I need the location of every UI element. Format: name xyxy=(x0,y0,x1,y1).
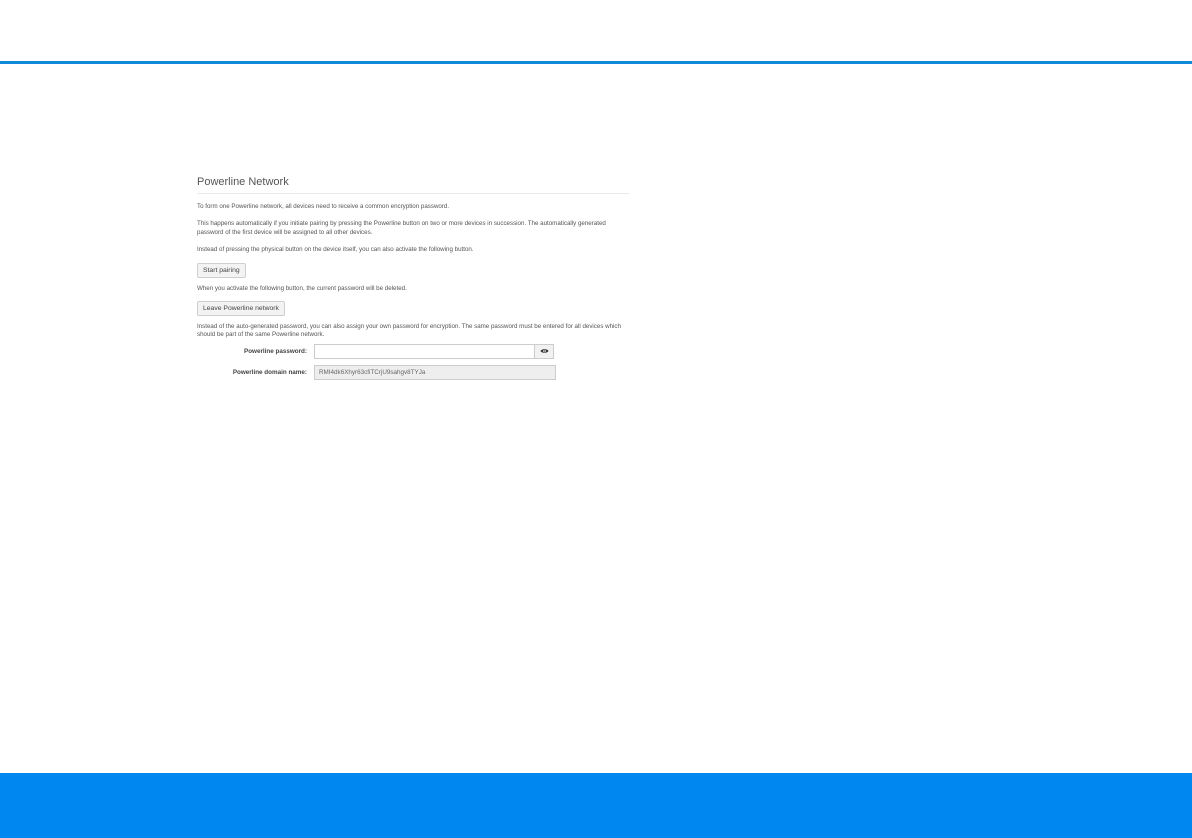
panel-title: Powerline Network xyxy=(197,170,629,194)
domain-label: Powerline domain name: xyxy=(232,368,307,376)
password-label: Powerline password: xyxy=(244,347,307,355)
leave-note-text: When you activate the following button, … xyxy=(197,284,407,292)
powerline-network-panel: Powerline Network To form one Powerline … xyxy=(197,170,629,386)
auto-pairing-text: This happens automatically if you initia… xyxy=(197,220,606,236)
eye-icon xyxy=(540,348,549,354)
password-row: Powerline password: xyxy=(197,343,629,359)
start-pairing-button[interactable]: Start pairing xyxy=(197,262,246,278)
footer-bar xyxy=(0,773,1192,838)
password-field[interactable] xyxy=(314,343,542,359)
domain-name-field: RMI4dk6Xhyr63cfiTCrjU9sahgv8TYJa xyxy=(314,364,556,380)
leave-powerline-network-button[interactable]: Leave Powerline network xyxy=(197,301,285,317)
physical-button-text: Instead of pressing the physical button … xyxy=(197,246,474,254)
domain-row: Powerline domain name: RMI4dk6Xhyr63cfiT… xyxy=(197,364,629,380)
intro-text: To form one Powerline network, all devic… xyxy=(197,203,450,210)
own-password-text: Instead of the auto-generated password, … xyxy=(197,323,621,339)
header-divider xyxy=(0,61,1192,64)
show-password-button[interactable] xyxy=(534,343,554,359)
